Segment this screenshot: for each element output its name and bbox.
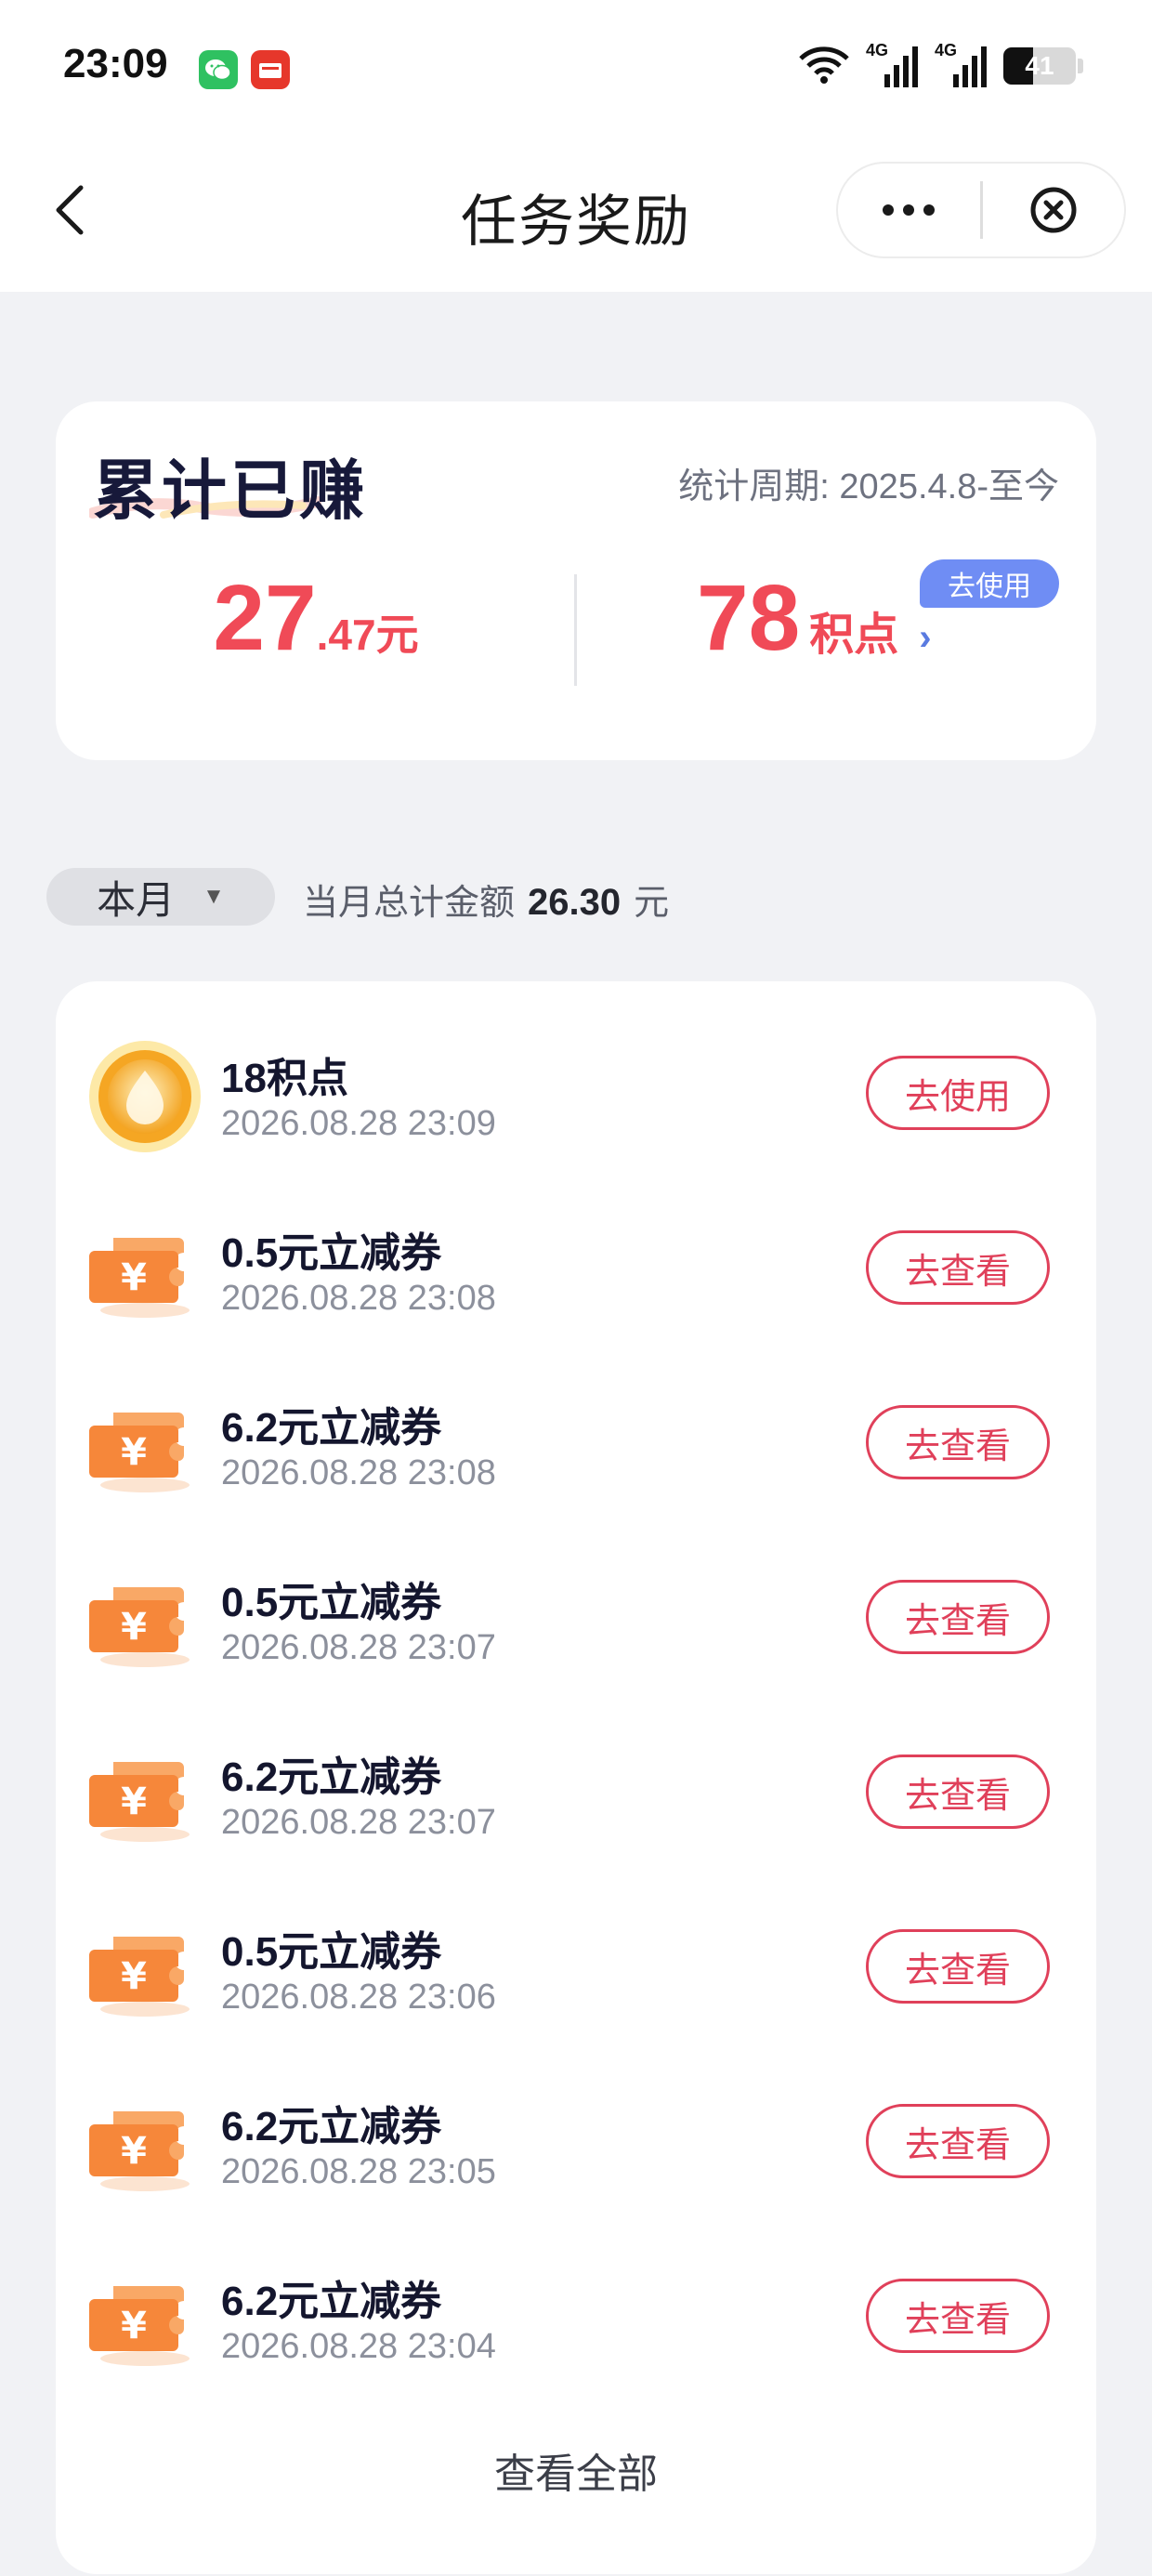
coupon-icon: ¥ — [87, 1912, 203, 2028]
points-value: 78 — [697, 566, 801, 670]
month-total-unit: 元 — [634, 884, 670, 923]
coin-icon — [87, 1039, 203, 1154]
record-time: 2026.08.28 23:06 — [221, 1978, 496, 2017]
money-integer: 27 — [213, 566, 317, 670]
record-title: 6.2元立减券 — [221, 2279, 442, 2324]
top-bar: 23:09 4G 4G 41 任务奖励 — [0, 0, 1152, 292]
coupon-icon: ¥ — [87, 2087, 203, 2202]
more-dots-icon — [883, 204, 936, 216]
view-button[interactable]: 去查看 — [866, 1755, 1050, 1829]
summary-divider — [574, 574, 577, 686]
record-title: 0.5元立减券 — [221, 1230, 442, 1276]
store-notification-icon — [251, 50, 290, 89]
record-time: 2026.08.28 23:07 — [221, 1628, 496, 1667]
svg-text:¥: ¥ — [121, 1431, 147, 1474]
cellular-signal-icon-2: 4G — [935, 41, 988, 89]
record-title: 6.2元立减券 — [221, 1405, 442, 1451]
list-item: 18积点 2026.08.28 23:09 去使用 — [56, 1005, 1096, 1180]
coupon-icon: ¥ — [87, 1388, 203, 1504]
summary-title: 累计已赚 — [93, 454, 368, 527]
view-all-link[interactable]: 查看全部 — [56, 2440, 1096, 2500]
view-button[interactable]: 去查看 — [866, 1405, 1050, 1479]
svg-text:¥: ¥ — [121, 1256, 147, 1299]
earnings-summary-card: 累计已赚 统计周期: 2025.4.8-至今 27.47元 78 积点 › 去使… — [56, 401, 1096, 760]
coupon-icon: ¥ — [87, 2262, 203, 2377]
more-button[interactable] — [838, 164, 980, 256]
view-button[interactable]: 去查看 — [866, 1580, 1050, 1654]
battery-icon: 41 — [1003, 47, 1076, 85]
status-bar: 23:09 4G 4G 41 — [0, 0, 1152, 139]
view-button[interactable]: 去查看 — [866, 2279, 1050, 2353]
status-indicators: 4G 4G 41 — [797, 41, 1083, 89]
view-button[interactable]: 去查看 — [866, 1230, 1050, 1305]
reward-record-list: 18积点 2026.08.28 23:09 去使用 ¥0.5元立减券 2026.08.2… — [56, 981, 1096, 2574]
svg-text:¥: ¥ — [121, 1781, 147, 1823]
close-button[interactable] — [983, 164, 1125, 256]
battery-percent: 41 — [1025, 51, 1054, 80]
record-time: 2026.08.28 23:05 — [221, 2152, 496, 2191]
list-item: ¥6.2元立减券 2026.08.28 23:05 去查看 — [56, 2054, 1096, 2228]
record-title: 6.2元立减券 — [221, 1755, 442, 1800]
month-dropdown[interactable]: 本月 ▼ — [46, 868, 275, 926]
coupon-icon: ¥ — [87, 1738, 203, 1853]
svg-text:¥: ¥ — [121, 1955, 147, 1998]
earned-money: 27.47元 — [56, 565, 576, 672]
dropdown-triangle-icon: ▼ — [203, 884, 225, 909]
view-button[interactable]: 去查看 — [866, 1929, 1050, 2004]
mini-program-capsule — [836, 162, 1126, 258]
points-unit: 积点 — [809, 611, 899, 660]
close-circle-icon — [1030, 187, 1077, 233]
record-title: 6.2元立减券 — [221, 2104, 442, 2149]
record-time: 2026.08.28 23:09 — [221, 1104, 496, 1143]
record-title: 0.5元立减券 — [221, 1929, 442, 1975]
svg-text:¥: ¥ — [121, 2130, 147, 2173]
earned-points-link[interactable]: 78 积点 › — [697, 565, 932, 672]
month-total-amount: 26.30 — [528, 882, 622, 923]
wechat-notification-icon — [199, 50, 238, 89]
list-item: ¥0.5元立减券 2026.08.28 23:08 去查看 — [56, 1180, 1096, 1355]
list-item: ¥6.2元立减券 2026.08.28 23:08 去查看 — [56, 1355, 1096, 1530]
list-item: ¥6.2元立减券 2026.08.28 23:04 去查看 — [56, 2228, 1096, 2403]
stats-period: 统计周期: 2025.4.8-至今 — [678, 467, 1059, 506]
coupon-icon: ¥ — [87, 1214, 203, 1329]
view-button[interactable]: 去查看 — [866, 2104, 1050, 2178]
use-button[interactable]: 去使用 — [866, 1056, 1050, 1130]
svg-text:¥: ¥ — [121, 1606, 147, 1649]
record-title: 0.5元立减券 — [221, 1580, 442, 1625]
month-total-label: 当月总计金额 — [303, 884, 516, 923]
money-decimal: .47 — [316, 611, 376, 659]
month-total: 当月总计金额 26.30 元 — [303, 874, 669, 925]
list-item: ¥0.5元立减券 2026.08.28 23:06 去查看 — [56, 1879, 1096, 2054]
record-time: 2026.08.28 23:04 — [221, 2327, 496, 2366]
battery-cap — [1078, 59, 1083, 73]
record-time: 2026.08.28 23:08 — [221, 1453, 496, 1492]
chevron-right-icon: › — [919, 617, 932, 658]
list-item: ¥0.5元立减券 2026.08.28 23:07 去查看 — [56, 1530, 1096, 1704]
record-title: 18积点 — [221, 1056, 348, 1101]
coupon-icon: ¥ — [87, 1563, 203, 1678]
record-time: 2026.08.28 23:08 — [221, 1279, 496, 1318]
money-unit: 元 — [375, 611, 419, 659]
list-item: ¥6.2元立减券 2026.08.28 23:07 去查看 — [56, 1704, 1096, 1879]
nav-bar: 任务奖励 — [0, 139, 1152, 292]
status-time: 23:09 — [63, 41, 168, 86]
cellular-signal-icon-1: 4G — [866, 41, 920, 89]
svg-text:¥: ¥ — [121, 2305, 147, 2347]
month-label: 本月 — [97, 877, 176, 922]
record-time: 2026.08.28 23:07 — [221, 1803, 496, 1842]
wifi-icon — [797, 44, 851, 89]
use-points-badge[interactable]: 去使用 — [920, 559, 1059, 608]
